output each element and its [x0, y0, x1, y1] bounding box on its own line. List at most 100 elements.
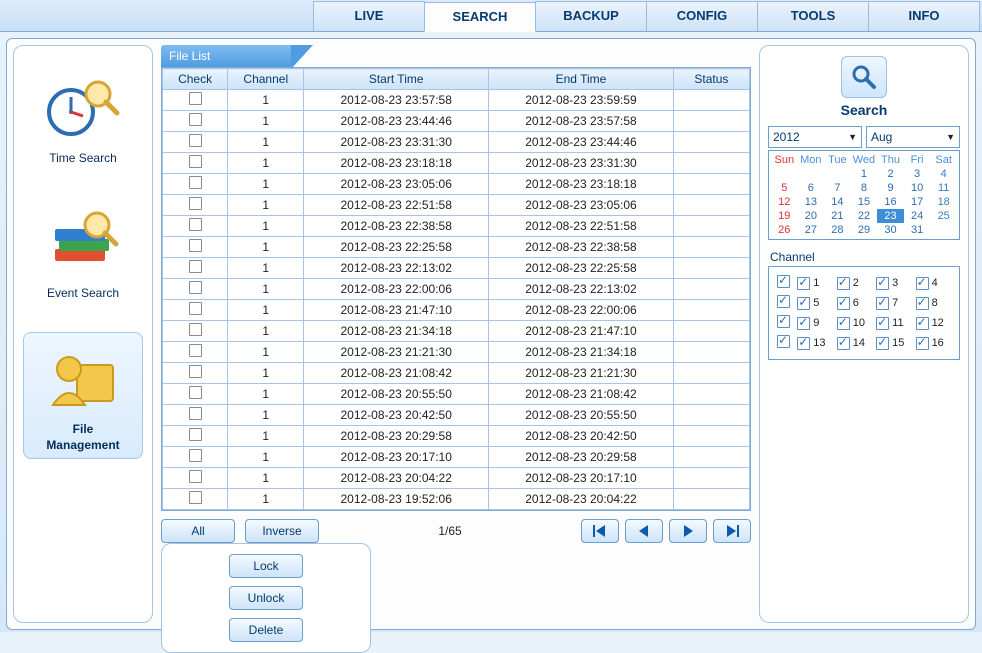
channel-cell[interactable]: 11 — [876, 317, 911, 330]
channel-cell[interactable]: 6 — [837, 297, 872, 310]
calendar-day[interactable]: 20 — [798, 209, 825, 223]
table-row[interactable]: 12012-08-23 22:00:062012-08-23 22:13:02 — [163, 279, 750, 300]
calendar-day[interactable]: 19 — [771, 209, 798, 223]
header-channel[interactable]: Channel — [228, 69, 304, 90]
row-checkbox[interactable] — [189, 92, 202, 105]
channel-cell[interactable]: 12 — [916, 317, 951, 330]
channel-cell[interactable]: 4 — [916, 277, 951, 290]
channel-cell[interactable]: 1 — [797, 277, 832, 290]
channel-cell[interactable]: 3 — [876, 277, 911, 290]
table-row[interactable]: 12012-08-23 22:38:582012-08-23 22:51:58 — [163, 216, 750, 237]
calendar-day[interactable]: 24 — [904, 209, 931, 223]
calendar-day[interactable]: 12 — [771, 195, 798, 209]
row-checkbox[interactable] — [189, 218, 202, 231]
lock-button[interactable]: Lock — [229, 554, 303, 578]
tab-tools[interactable]: TOOLS — [757, 1, 869, 31]
month-dropdown[interactable]: Aug ▼ — [866, 126, 960, 148]
calendar-day[interactable]: 7 — [824, 181, 851, 195]
channel-cell[interactable]: 9 — [797, 317, 832, 330]
channel-row-master-checkbox[interactable] — [777, 275, 790, 288]
channel-cell[interactable]: 13 — [797, 337, 832, 350]
sidebar-item-file-management[interactable]: File Management — [23, 332, 143, 460]
row-checkbox[interactable] — [189, 155, 202, 168]
sidebar-item-time-search[interactable]: Time Search — [23, 62, 143, 171]
table-row[interactable]: 12012-08-23 23:05:062012-08-23 23:18:18 — [163, 174, 750, 195]
table-row[interactable]: 12012-08-23 23:57:582012-08-23 23:59:59 — [163, 90, 750, 111]
channel-checkbox[interactable] — [837, 317, 850, 330]
header-start[interactable]: Start Time — [304, 69, 489, 90]
table-row[interactable]: 12012-08-23 21:21:302012-08-23 21:34:18 — [163, 342, 750, 363]
calendar-day[interactable]: 10 — [904, 181, 931, 195]
table-row[interactable]: 12012-08-23 20:29:582012-08-23 20:42:50 — [163, 426, 750, 447]
row-checkbox[interactable] — [189, 176, 202, 189]
calendar-day[interactable]: 11 — [930, 181, 957, 195]
next-page-button[interactable] — [669, 519, 707, 543]
row-checkbox[interactable] — [189, 197, 202, 210]
row-checkbox[interactable] — [189, 491, 202, 504]
channel-checkbox[interactable] — [837, 277, 850, 290]
row-checkbox[interactable] — [189, 365, 202, 378]
row-checkbox[interactable] — [189, 113, 202, 126]
calendar-day[interactable]: 25 — [930, 209, 957, 223]
header-check[interactable]: Check — [163, 69, 228, 90]
row-checkbox[interactable] — [189, 386, 202, 399]
channel-cell[interactable]: 8 — [916, 297, 951, 310]
channel-checkbox[interactable] — [916, 297, 929, 310]
channel-checkbox[interactable] — [876, 337, 889, 350]
delete-button[interactable]: Delete — [229, 618, 303, 642]
calendar-day[interactable]: 3 — [904, 167, 931, 181]
calendar-day[interactable]: 13 — [798, 195, 825, 209]
channel-checkbox[interactable] — [837, 297, 850, 310]
tab-backup[interactable]: BACKUP — [535, 1, 647, 31]
calendar-day[interactable]: 8 — [851, 181, 878, 195]
table-row[interactable]: 12012-08-23 22:51:582012-08-23 23:05:06 — [163, 195, 750, 216]
header-end[interactable]: End Time — [489, 69, 674, 90]
row-checkbox[interactable] — [189, 407, 202, 420]
calendar-day[interactable]: 18 — [930, 195, 957, 209]
table-row[interactable]: 12012-08-23 21:08:422012-08-23 21:21:30 — [163, 363, 750, 384]
calendar-day[interactable]: 28 — [824, 223, 851, 237]
table-row[interactable]: 12012-08-23 20:42:502012-08-23 20:55:50 — [163, 405, 750, 426]
row-checkbox[interactable] — [189, 302, 202, 315]
calendar-day[interactable]: 4 — [930, 167, 957, 181]
year-dropdown[interactable]: 2012 ▼ — [768, 126, 862, 148]
all-button[interactable]: All — [161, 519, 235, 543]
calendar-day[interactable]: 29 — [851, 223, 878, 237]
search-button[interactable] — [841, 56, 887, 98]
channel-checkbox[interactable] — [797, 297, 810, 310]
unlock-button[interactable]: Unlock — [229, 586, 303, 610]
row-checkbox[interactable] — [189, 239, 202, 252]
channel-row-master-checkbox[interactable] — [777, 315, 790, 328]
calendar-day[interactable]: 22 — [851, 209, 878, 223]
channel-checkbox[interactable] — [916, 317, 929, 330]
prev-page-button[interactable] — [625, 519, 663, 543]
channel-cell[interactable]: 15 — [876, 337, 911, 350]
table-row[interactable]: 12012-08-23 22:25:582012-08-23 22:38:58 — [163, 237, 750, 258]
row-checkbox[interactable] — [189, 323, 202, 336]
table-row[interactable]: 12012-08-23 23:31:302012-08-23 23:44:46 — [163, 132, 750, 153]
calendar-day[interactable]: 5 — [771, 181, 798, 195]
calendar-day[interactable]: 26 — [771, 223, 798, 237]
channel-cell[interactable]: 14 — [837, 337, 872, 350]
sidebar-item-event-search[interactable]: Event Search — [23, 197, 143, 306]
calendar-day[interactable]: 30 — [877, 223, 904, 237]
channel-checkbox[interactable] — [876, 277, 889, 290]
channel-checkbox[interactable] — [837, 337, 850, 350]
calendar-day[interactable]: 16 — [877, 195, 904, 209]
channel-cell[interactable]: 7 — [876, 297, 911, 310]
calendar-day[interactable]: 1 — [851, 167, 878, 181]
channel-cell[interactable]: 5 — [797, 297, 832, 310]
table-row[interactable]: 12012-08-23 20:17:102012-08-23 20:29:58 — [163, 447, 750, 468]
calendar-day[interactable]: 9 — [877, 181, 904, 195]
tab-config[interactable]: CONFIG — [646, 1, 758, 31]
calendar-day[interactable]: 21 — [824, 209, 851, 223]
table-row[interactable]: 12012-08-23 21:34:182012-08-23 21:47:10 — [163, 321, 750, 342]
calendar-day[interactable]: 31 — [904, 223, 931, 237]
tab-search[interactable]: SEARCH — [424, 2, 536, 32]
row-checkbox[interactable] — [189, 281, 202, 294]
inverse-button[interactable]: Inverse — [245, 519, 319, 543]
table-row[interactable]: 12012-08-23 20:04:222012-08-23 20:17:10 — [163, 468, 750, 489]
header-status[interactable]: Status — [673, 69, 749, 90]
channel-checkbox[interactable] — [797, 277, 810, 290]
row-checkbox[interactable] — [189, 428, 202, 441]
